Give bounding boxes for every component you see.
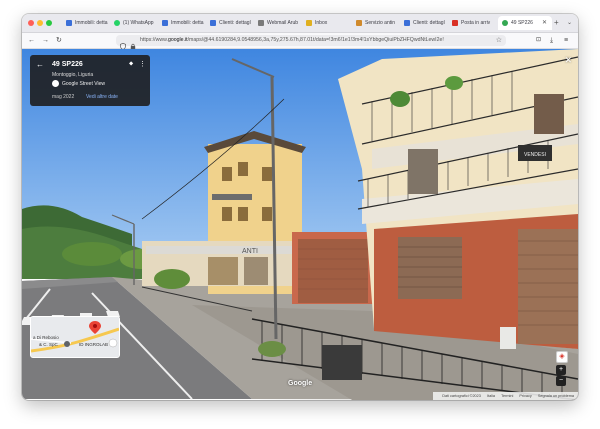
- inbox-icon: [306, 19, 312, 26]
- report-problem-link[interactable]: Segnala un problema: [538, 394, 574, 398]
- back-arrow-icon[interactable]: ←: [36, 60, 44, 69]
- favicon-icon: [356, 19, 362, 26]
- pocket-icon[interactable]: ⊡: [536, 35, 541, 46]
- place-marker-icon: [64, 341, 70, 347]
- see-more-dates-link[interactable]: Vedi altre date: [86, 94, 118, 100]
- privacy-link[interactable]: Privacy: [519, 394, 531, 398]
- minimap-label: ID INGROLAB: [79, 342, 109, 347]
- tab-immobili-1[interactable]: Immobili: detta: [66, 16, 108, 30]
- tab-clienti-1[interactable]: Clienti: dettagl: [210, 16, 252, 30]
- street-view-panorama[interactable]: ANTI VENDESI ← 49 SP226 ⬥ ⋮ Montoggio, L…: [22, 49, 578, 400]
- street-view-logo-icon: [52, 80, 59, 87]
- google-logo: Google: [288, 380, 313, 387]
- minimap-label: & C. SpC: [39, 342, 58, 347]
- back-icon[interactable]: ←: [28, 35, 35, 46]
- downloads-icon[interactable]: ⤓: [550, 35, 553, 46]
- pin-icon[interactable]: ⬥: [129, 61, 133, 68]
- whatsapp-icon: [114, 19, 120, 26]
- tab-maps-active[interactable]: 49 SP226 ✕: [498, 16, 552, 30]
- gmail-icon: [452, 19, 458, 26]
- maximize-window-button[interactable]: [46, 20, 52, 26]
- close-window-button[interactable]: [28, 20, 34, 26]
- map-attribution: Dati cartografici ©2023 Italia Termini P…: [433, 392, 578, 400]
- tab-whatsapp[interactable]: (1) WhatsApp: [114, 16, 156, 30]
- tab-inbox[interactable]: Inbox: [306, 16, 348, 30]
- location-info-card: ← 49 SP226 ⬥ ⋮ Montoggio, Liguria Google…: [30, 55, 150, 106]
- mail-icon: [258, 19, 264, 26]
- sale-sign: VENDESI: [524, 152, 546, 158]
- zoom-out-button[interactable]: −: [556, 376, 566, 386]
- close-street-view-icon[interactable]: ✕: [564, 55, 572, 66]
- tab-webmail[interactable]: Webmail Arub: [258, 16, 300, 30]
- bookmark-star-icon[interactable]: ☆: [496, 35, 502, 46]
- terms-link[interactable]: Termini: [501, 394, 513, 398]
- maps-icon: [502, 19, 508, 26]
- capture-date: mag 2022: [52, 94, 75, 100]
- minimize-window-button[interactable]: [37, 20, 43, 26]
- minimap[interactable]: a Di Rebosio & C. SpC ID INGROLAB: [30, 316, 120, 358]
- browser-window: Immobili: detta (1) WhatsApp Immobili: d…: [22, 14, 578, 400]
- tab-servizio[interactable]: Servizio antin: [356, 16, 400, 30]
- favicon-icon: [404, 19, 410, 26]
- lock-icon[interactable]: [130, 37, 136, 50]
- minimap-label: a Di Rebosio: [33, 335, 59, 340]
- favicon-icon: [66, 19, 72, 26]
- address-bar[interactable]: https://www.google.it/maps/@44.6190284,9…: [116, 35, 506, 51]
- zoom-in-button[interactable]: +: [556, 365, 566, 375]
- nav-toolbar: ← → ↻ https://www.google.it/maps/@44.619…: [22, 33, 578, 51]
- close-tab-icon[interactable]: ✕: [542, 16, 547, 30]
- location-subtitle: Montoggio, Liguria: [52, 72, 94, 78]
- shop-sign: ANTI: [242, 248, 258, 255]
- favicon-icon: [210, 19, 216, 26]
- menu-icon[interactable]: ≡: [564, 35, 568, 46]
- expand-map-icon[interactable]: [108, 338, 118, 348]
- compass-icon[interactable]: ◈: [556, 351, 568, 363]
- tab-posta[interactable]: Posta in arriv: [452, 16, 494, 30]
- tab-clienti-2[interactable]: Clienti: dettagl: [404, 16, 446, 30]
- tab-bar: Immobili: detta (1) WhatsApp Immobili: d…: [22, 14, 578, 33]
- more-options-icon[interactable]: ⋮: [139, 60, 146, 68]
- new-tab-button[interactable]: +: [554, 16, 559, 30]
- tab-list-icon[interactable]: ⌄: [567, 16, 572, 30]
- location-title: 49 SP226: [52, 61, 83, 68]
- tab-immobili-2[interactable]: Immobili: detta: [162, 16, 204, 30]
- shield-icon[interactable]: [120, 37, 126, 51]
- favicon-icon: [162, 19, 168, 26]
- url-text: https://www.google.it/maps/@44.6190284,9…: [140, 37, 444, 43]
- reload-icon[interactable]: ↻: [56, 35, 62, 46]
- forward-icon[interactable]: →: [42, 35, 49, 46]
- provider-label: Google Street View: [62, 81, 105, 87]
